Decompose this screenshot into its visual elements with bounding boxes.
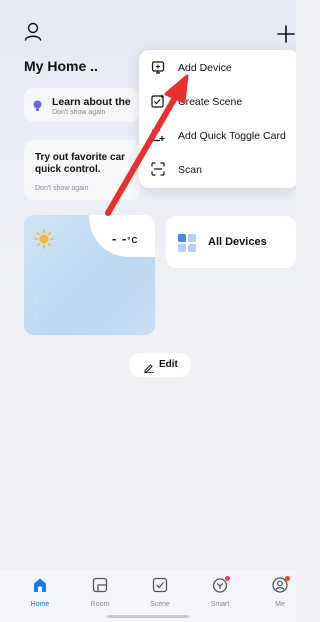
learn-card-dismiss[interactable]: Don't show again (52, 109, 105, 116)
learn-card[interactable]: Learn about the Don't show again (24, 88, 140, 122)
weather-card[interactable]: - -°C - - - - (24, 215, 155, 335)
tab-smart-label: Smart (210, 601, 230, 608)
tab-scene-label: Scene (150, 601, 170, 608)
tab-smart[interactable]: Smart (200, 576, 240, 616)
favorites-card-title-line1: Try out favorite car (35, 152, 126, 163)
weather-stat-2: - - (34, 311, 46, 321)
weather-stat-1: - - (34, 297, 46, 307)
menu-item-scan[interactable]: Scan (139, 154, 296, 186)
menu-item-scan-label: Scan (178, 164, 202, 176)
sun-icon (34, 229, 54, 249)
add-device-icon (151, 60, 165, 74)
tab-scene[interactable]: Scene (140, 576, 180, 616)
edit-label: Edit (159, 359, 178, 370)
room-icon (91, 576, 109, 594)
menu-item-add-device[interactable]: Add Device (139, 52, 296, 84)
home-indicator (107, 615, 189, 618)
tab-me[interactable]: Me (260, 576, 296, 616)
plus-icon[interactable] (276, 24, 296, 44)
menu-item-add-quick-toggle-card[interactable]: Add Quick Toggle Card (139, 120, 296, 152)
scan-icon (151, 162, 165, 176)
learn-card-title: Learn about the (52, 96, 131, 108)
all-devices-label: All Devices (208, 236, 267, 248)
home-icon (31, 576, 49, 594)
lightbulb-icon (33, 99, 42, 111)
home-title[interactable]: My Home .. (24, 58, 98, 74)
tab-room-label: Room (90, 601, 110, 608)
all-devices-card[interactable]: All Devices (166, 216, 296, 268)
add-menu-popup: Add Device Create Scene Add Quick Toggle… (139, 50, 296, 188)
menu-item-create-scene-label: Create Scene (178, 96, 243, 108)
menu-item-create-scene[interactable]: Create Scene (139, 86, 296, 118)
menu-item-add-quick-toggle-card-label: Add Quick Toggle Card (178, 130, 286, 142)
menu-item-add-device-label: Add Device (178, 62, 232, 74)
pencil-icon (144, 360, 154, 374)
quick-toggle-icon (151, 128, 165, 142)
edit-button[interactable]: Edit (129, 353, 191, 377)
user-icon[interactable] (24, 22, 42, 42)
favorites-card-title-line2: quick control. (35, 164, 101, 175)
grid-icon (178, 234, 196, 252)
weather-temperature: - -°C (112, 231, 138, 246)
scene-icon (151, 576, 169, 594)
tab-home[interactable]: Home (20, 576, 60, 616)
smart-notification-badge (225, 576, 230, 581)
tab-me-label: Me (275, 601, 285, 608)
tab-home-label: Home (30, 601, 50, 608)
me-notification-badge (285, 576, 290, 581)
tab-room[interactable]: Room (80, 576, 120, 616)
weather-temperature-value: - - (112, 231, 128, 246)
create-scene-icon (151, 94, 165, 108)
favorites-card[interactable]: Try out favorite car quick control. Don'… (24, 140, 140, 200)
favorites-card-title: Try out favorite car quick control. (35, 152, 155, 176)
app-screen: My Home .. Learn about the Don't show ag… (0, 0, 296, 622)
favorites-card-dismiss[interactable]: Don't show again (35, 185, 88, 192)
weather-temperature-unit: °C (127, 236, 139, 245)
